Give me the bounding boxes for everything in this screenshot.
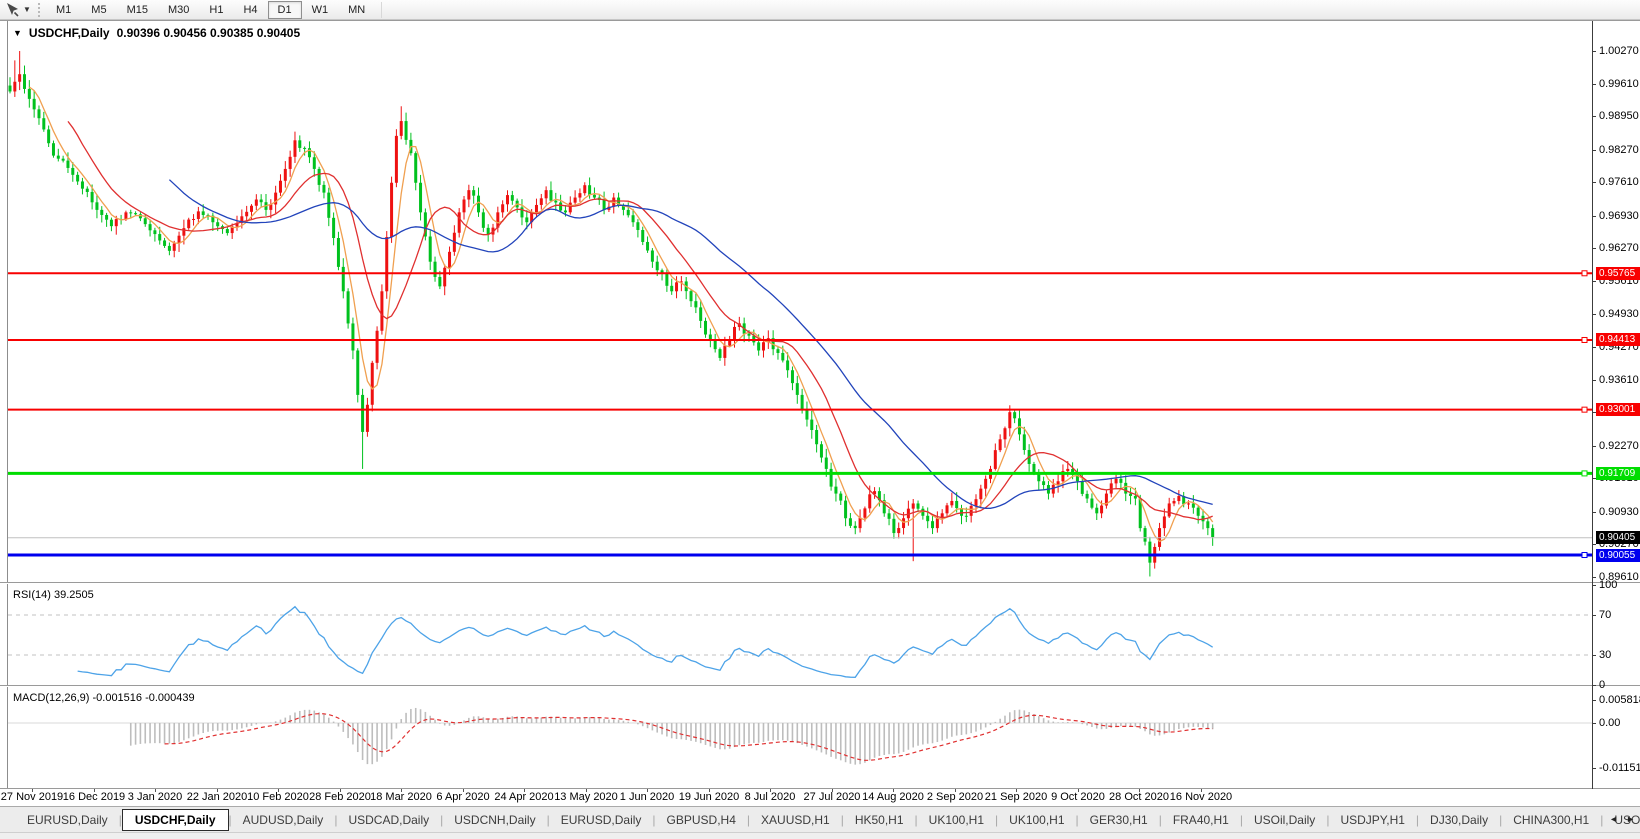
timeframe-buttons: M1M5M15M30H1H4D1W1MN <box>46 1 375 19</box>
axis-tick <box>1592 116 1596 117</box>
tab-fra40-h1-12[interactable]: FRA40,H1 <box>1162 809 1240 831</box>
axis-tick <box>1592 446 1596 447</box>
axis-tick <box>1592 182 1596 183</box>
price-axis-label: 0.94930 <box>1599 308 1640 320</box>
price-axis-label: 0.92270 <box>1599 440 1640 452</box>
price-axis-label: 0.96270 <box>1599 242 1640 254</box>
tab-ger30-h1-11[interactable]: GER30,H1 <box>1079 809 1159 831</box>
tab-usdcad-daily-3[interactable]: USDCAD,Daily <box>337 809 440 831</box>
axis-tick <box>1592 577 1596 578</box>
tabs-scroll-right-icon[interactable]: ► <box>1626 814 1635 824</box>
axis-tick <box>1592 51 1596 52</box>
tab-eurusd-daily-0[interactable]: EURUSD,Daily <box>16 809 119 831</box>
price-axis-line <box>1592 21 1593 789</box>
rsi-axis-label: 100 <box>1599 579 1640 591</box>
price-axis-label: 0.93610 <box>1599 374 1640 386</box>
axis-tick <box>1592 84 1596 85</box>
macd-values: -0.001516 -0.000439 <box>92 692 194 704</box>
tab-eurusd-daily-5[interactable]: EURUSD,Daily <box>550 809 653 831</box>
tab-gbpusd-h4-6[interactable]: GBPUSD,H4 <box>656 809 747 831</box>
macd-pane[interactable] <box>8 687 1592 788</box>
tool-dropdown-caret-icon[interactable]: ▼ <box>21 5 33 14</box>
axis-tick <box>1592 314 1596 315</box>
timeframe-button-m30[interactable]: M30 <box>158 1 199 19</box>
rsi-axis-label: 0 <box>1599 679 1640 691</box>
tab-dj30-daily-15[interactable]: DJ30,Daily <box>1419 809 1499 831</box>
axis-tick <box>1592 700 1596 701</box>
tab-usoil-daily-13[interactable]: USOil,Daily <box>1243 809 1326 831</box>
price-axis-label: 0.90930 <box>1599 506 1640 518</box>
axis-tick <box>1592 150 1596 151</box>
tab-usdjpy-h1-14[interactable]: USDJPY,H1 <box>1329 809 1415 831</box>
top-toolbar: ▼ M1M5M15M30H1H4D1W1MN <box>0 0 1640 20</box>
price-axis-label: 0.98270 <box>1599 144 1640 156</box>
timeframe-button-w1[interactable]: W1 <box>302 1 339 19</box>
axis-tick <box>1592 380 1596 381</box>
rsi-axis-label: 30 <box>1599 649 1640 661</box>
date-axis-label: 16 Nov 2020 <box>1155 791 1247 803</box>
rsi-label: RSI(14) 39.2505 <box>13 589 94 601</box>
pane-separator-highlight <box>0 686 1640 687</box>
timeframe-button-m1[interactable]: M1 <box>46 1 81 19</box>
macd-axis-label: 0.005818 <box>1599 694 1640 706</box>
crosshair-cursor-tool-icon[interactable] <box>3 2 21 18</box>
tab-xauusd-h1-7[interactable]: XAUUSD,H1 <box>750 809 841 831</box>
timeframe-button-mn[interactable]: MN <box>338 1 375 19</box>
toolbar-grip <box>38 3 40 17</box>
pane-separator-highlight <box>0 583 1640 584</box>
hline-price-flag: 0.93001 <box>1596 403 1640 416</box>
price-axis-label: 0.97610 <box>1599 176 1640 188</box>
price-axis-label: 0.99610 <box>1599 78 1640 90</box>
timeframe-button-m15[interactable]: M15 <box>117 1 158 19</box>
window-border-top <box>0 20 1640 21</box>
macd-axis-label: 0.00 <box>1599 717 1640 729</box>
current-price-flag: 0.90405 <box>1596 531 1640 544</box>
hline-price-flag: 0.94413 <box>1596 333 1640 346</box>
tab-china300-h1-16[interactable]: CHINA300,H1 <box>1502 809 1600 831</box>
hline-price-flag: 0.95765 <box>1596 267 1640 280</box>
price-pane[interactable] <box>8 22 1592 582</box>
axis-tick <box>1592 281 1596 282</box>
chart-tab-bar: EURUSD,Daily|USDCHF,Daily|AUDUSD,Daily|U… <box>0 806 1640 832</box>
tab-audusd-daily-2[interactable]: AUDUSD,Daily <box>232 809 335 831</box>
tab-uk100-h1-9[interactable]: UK100,H1 <box>918 809 995 831</box>
timeframe-button-h4[interactable]: H4 <box>233 1 267 19</box>
tab-usdcnh-daily-4[interactable]: USDCNH,Daily <box>443 809 546 831</box>
chart-bottom-axis-line <box>0 788 1640 789</box>
axis-tick <box>1592 685 1596 686</box>
rsi-axis-label: 70 <box>1599 609 1640 621</box>
price-axis-label: 1.00270 <box>1599 45 1640 57</box>
axis-tick <box>1592 347 1596 348</box>
axis-tick <box>1592 615 1596 616</box>
macd-axis-label: -0.011514 <box>1599 762 1640 774</box>
axis-tick <box>1592 655 1596 656</box>
timeframe-button-d1[interactable]: D1 <box>268 1 302 19</box>
axis-tick <box>1592 216 1596 217</box>
axis-tick <box>1592 512 1596 513</box>
toolbar-separator <box>381 2 382 18</box>
axis-tick <box>1592 585 1596 586</box>
tab-hk50-h1-8[interactable]: HK50,H1 <box>844 809 915 831</box>
macd-label: MACD(12,26,9) -0.001516 -0.000439 <box>13 692 195 704</box>
axis-tick <box>1592 544 1596 545</box>
tabs-scroll-left-icon[interactable]: ◄ <box>1609 814 1618 824</box>
rsi-value: 39.2505 <box>54 589 94 601</box>
hline-price-flag: 0.90055 <box>1596 549 1640 562</box>
rsi-pane[interactable] <box>8 584 1592 684</box>
price-axis-label: 0.96930 <box>1599 210 1640 222</box>
status-bar <box>0 832 1640 839</box>
axis-tick <box>1592 723 1596 724</box>
price-axis-label: 0.98950 <box>1599 110 1640 122</box>
axis-tick <box>1592 768 1596 769</box>
axis-tick <box>1592 248 1596 249</box>
tab-usdchf-daily-1[interactable]: USDCHF,Daily <box>122 809 229 831</box>
timeframe-button-h1[interactable]: H1 <box>199 1 233 19</box>
hline-price-flag: 0.91709 <box>1596 467 1640 480</box>
tab-uk100-h1-10[interactable]: UK100,H1 <box>998 809 1075 831</box>
timeframe-button-m5[interactable]: M5 <box>81 1 116 19</box>
